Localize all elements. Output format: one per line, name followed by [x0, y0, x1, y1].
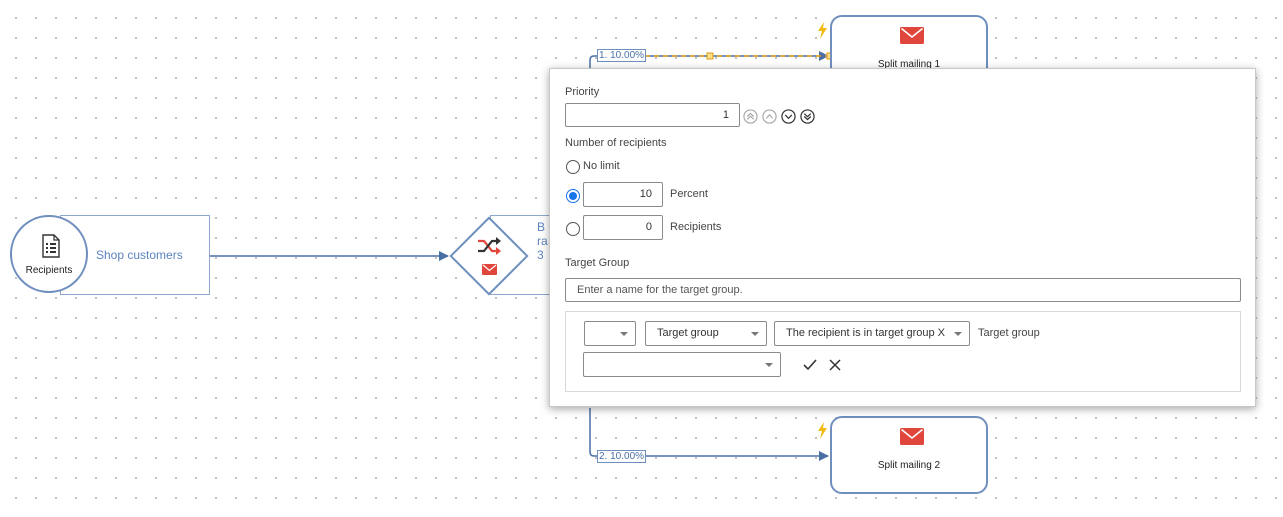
cancel-close-icon[interactable]: [829, 359, 841, 371]
priority-label: Priority: [565, 86, 600, 98]
rule-field-value: Target group: [657, 327, 719, 339]
shuffle-icon: [478, 237, 501, 255]
mail-icon: [482, 264, 497, 275]
selection-handle-mid[interactable]: [706, 52, 714, 60]
connection-label-bottom[interactable]: 2. 10.00%: [597, 450, 647, 463]
connection-label-top[interactable]: 1. 10.00%: [597, 49, 647, 62]
chevron-down-icon: [954, 332, 962, 336]
recipients-radio[interactable]: [566, 222, 580, 236]
move-up-icon[interactable]: [762, 109, 777, 124]
move-to-bottom-icon[interactable]: [800, 109, 815, 124]
rule-condition-value: The recipient is in target group X: [786, 327, 945, 339]
mailing-node-2-label: Split mailing 2: [877, 460, 941, 471]
recipient-list-icon: [42, 234, 60, 258]
rule-operator-select[interactable]: [584, 321, 636, 346]
number-of-recipients-label: Number of recipients: [565, 137, 667, 149]
chevron-down-icon: [751, 332, 759, 336]
rule-condition-suffix: Target group: [978, 327, 1040, 339]
recipients-count-input[interactable]: 0: [583, 215, 663, 240]
lightning-icon: [818, 422, 827, 439]
mail-icon: [900, 428, 924, 445]
rule-condition-select[interactable]: The recipient is in target group X: [774, 321, 970, 346]
mailing-node-2[interactable]: Split mailing 2: [830, 416, 988, 494]
no-limit-radio[interactable]: [566, 160, 580, 174]
no-limit-label: No limit: [583, 160, 620, 172]
move-to-top-icon[interactable]: [743, 109, 758, 124]
chevron-down-icon: [620, 332, 628, 336]
move-down-icon[interactable]: [781, 109, 796, 124]
mail-icon: [900, 27, 924, 44]
percent-label: Percent: [670, 188, 708, 200]
split-description-line-1: B: [537, 220, 546, 234]
split-description-line-2: ra: [537, 234, 548, 248]
rule-target-group-select[interactable]: [583, 352, 781, 377]
recipients-count-label: Recipients: [670, 221, 722, 233]
rule-field-select[interactable]: Target group: [645, 321, 767, 346]
split-description-line-3: 3: [537, 248, 544, 262]
connection-split-to-mailing2[interactable]: [589, 408, 829, 461]
confirm-check-icon[interactable]: [803, 359, 817, 371]
priority-input[interactable]: 1: [565, 103, 740, 127]
target-group-label: Target Group: [565, 257, 630, 269]
percent-input[interactable]: 10: [583, 182, 663, 207]
recipients-node-label: Recipients: [25, 265, 73, 276]
recipients-description: Shop customers: [96, 248, 183, 262]
target-group-rule-editor: Target group The recipient is in target …: [565, 311, 1241, 392]
recipients-node[interactable]: Recipients: [10, 215, 88, 293]
percent-radio[interactable]: [566, 189, 580, 203]
lightning-icon: [818, 22, 827, 39]
target-group-name-input[interactable]: Enter a name for the target group.: [565, 278, 1241, 302]
split-settings-dialog: Priority 1 Number of recipients No limit…: [549, 68, 1256, 407]
chevron-down-icon: [765, 363, 773, 367]
